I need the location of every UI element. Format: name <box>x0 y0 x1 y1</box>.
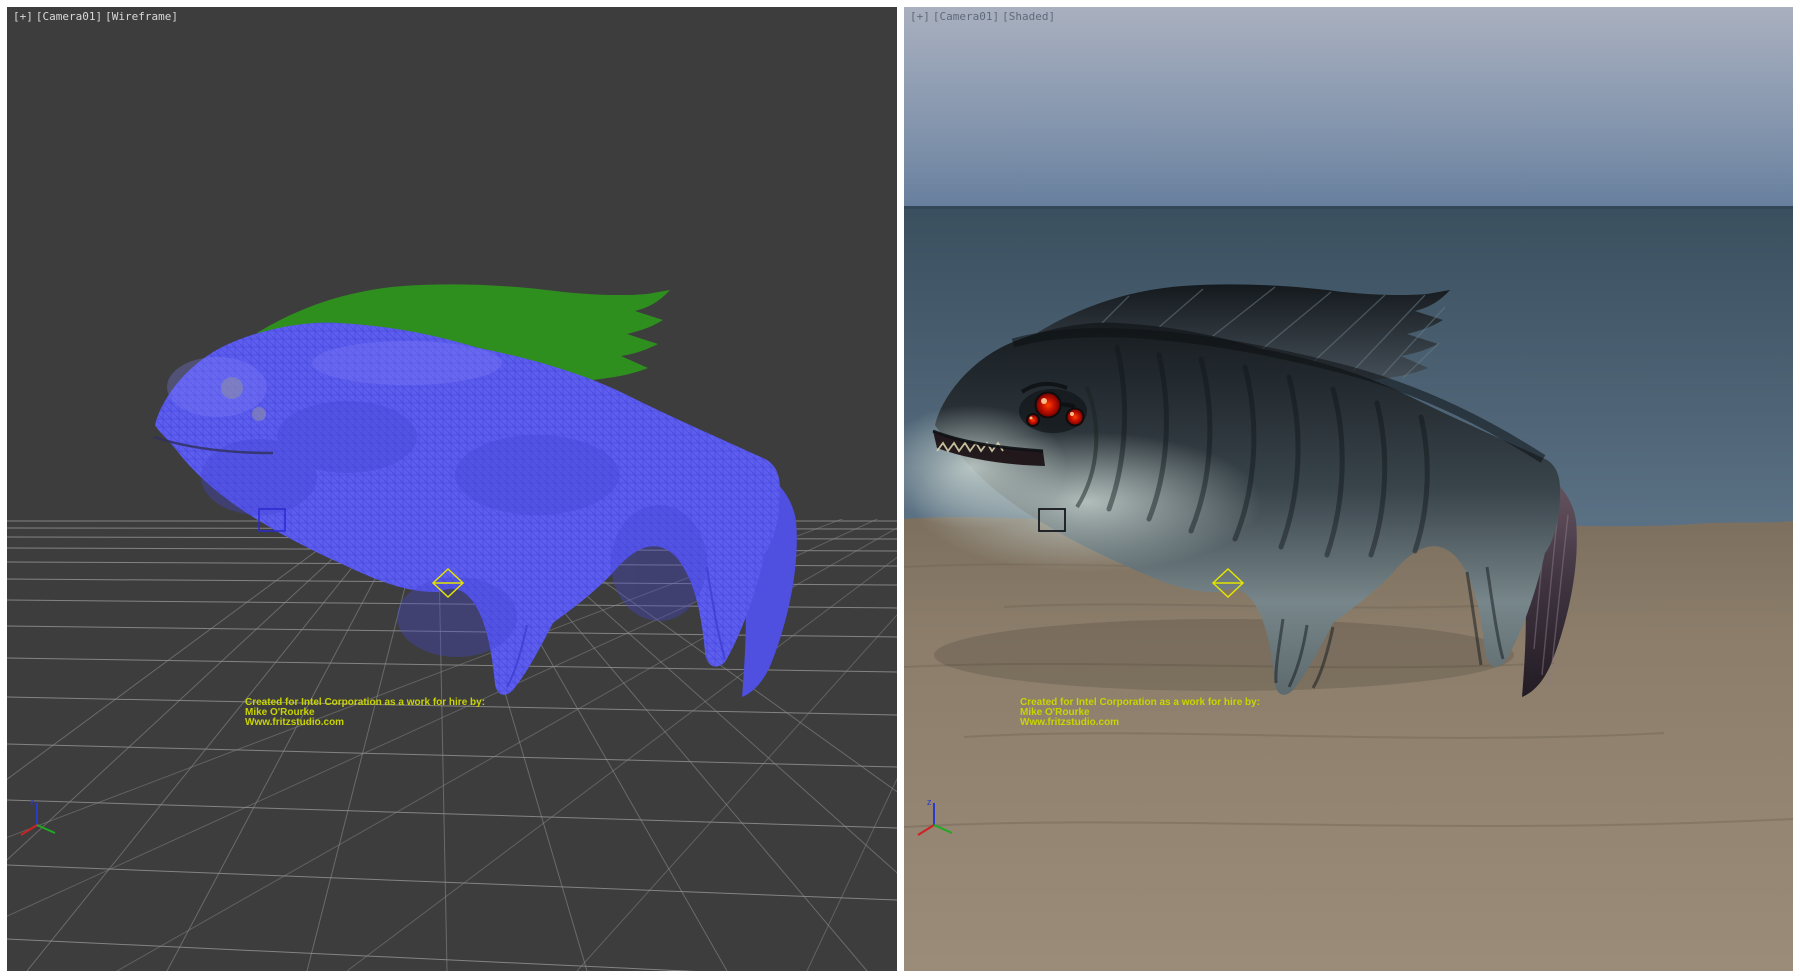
viewport-menu-general[interactable]: [+] <box>910 10 930 23</box>
axis-z-label: z <box>30 797 35 807</box>
viewport-menu-shading[interactable]: [Wireframe] <box>105 10 178 23</box>
fish-ground-shadow <box>934 619 1514 691</box>
viewport-menu-pov[interactable]: [Camera01] <box>36 10 102 23</box>
scene-credit-text: Created for Intel Corporation as a work … <box>1020 698 1260 728</box>
viewport-menu-general[interactable]: [+] <box>13 10 33 23</box>
app-canvas: [+][Camera01][Wireframe] <box>0 0 1800 978</box>
world-axis-tripod: z <box>15 793 61 839</box>
world-axis-tripod: z <box>912 793 958 839</box>
credit-line: Www.fritzstudio.com <box>245 718 485 728</box>
axis-z-label: z <box>927 797 932 807</box>
scene-shaded <box>904 7 1793 971</box>
scene-wireframe <box>7 7 897 971</box>
viewport-label: [+][Camera01][Shaded] <box>910 10 1058 23</box>
sky <box>904 7 1793 209</box>
viewport-menu-shading[interactable]: [Shaded] <box>1002 10 1055 23</box>
viewport-menu-pov[interactable]: [Camera01] <box>933 10 999 23</box>
viewport-shaded[interactable]: [+][Camera01][Shaded] <box>904 7 1793 971</box>
horizon-line <box>904 206 1793 209</box>
scene-credit-text: Created for Intel Corporation as a work … <box>245 698 485 728</box>
viewport-wireframe[interactable]: [+][Camera01][Wireframe] <box>7 7 897 971</box>
credit-line: Www.fritzstudio.com <box>1020 718 1260 728</box>
viewport-label: [+][Camera01][Wireframe] <box>13 10 181 23</box>
